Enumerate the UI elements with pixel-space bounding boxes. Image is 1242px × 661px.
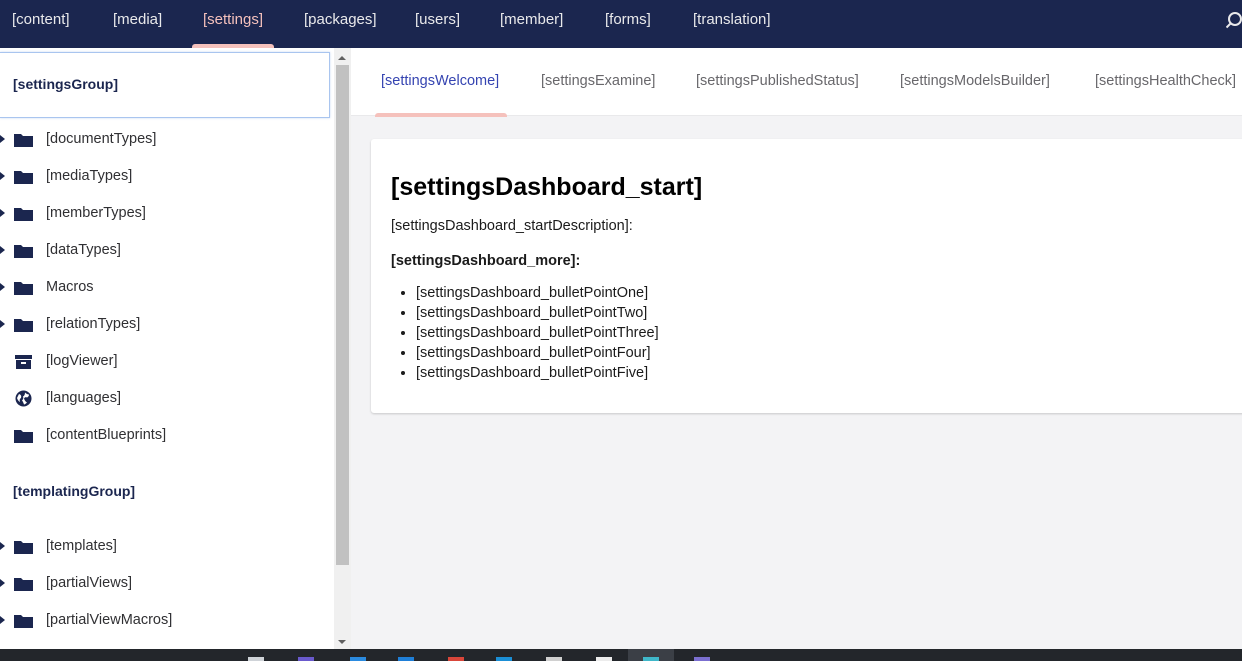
taskbar-app-icon[interactable] xyxy=(248,657,264,661)
tree-item-log-viewer[interactable]: [logViewer] xyxy=(0,344,334,381)
section-tree-sidebar: [settingsGroup] [documentTypes] [mediaTy… xyxy=(0,48,334,649)
dashboard-bullet-list: [settingsDashboard_bulletPointOne] [sett… xyxy=(416,283,659,383)
tab-settings-examine[interactable]: [settingsExamine] xyxy=(541,73,655,89)
expand-caret-icon[interactable] xyxy=(0,135,5,143)
globe-icon xyxy=(15,390,32,407)
tree-item-label: [mediaTypes] xyxy=(46,168,133,184)
folder-icon xyxy=(14,430,33,443)
folder-icon xyxy=(14,578,33,591)
expand-caret-icon[interactable] xyxy=(0,320,5,328)
scroll-down-arrow-icon[interactable] xyxy=(338,640,346,644)
scrollbar-thumb[interactable] xyxy=(336,65,349,565)
folder-icon xyxy=(14,171,33,184)
topnav-users[interactable]: [users] xyxy=(415,0,460,48)
tree-item-label: [relationTypes] xyxy=(46,316,141,332)
taskbar-app-icon[interactable] xyxy=(643,657,659,661)
folder-icon xyxy=(14,134,33,147)
expand-caret-icon[interactable] xyxy=(0,172,5,180)
expand-caret-icon[interactable] xyxy=(0,579,5,587)
tree-item-member-types[interactable]: [memberTypes] xyxy=(0,196,334,233)
dashboard-tabs: [settingsWelcome] [settingsExamine] [set… xyxy=(351,48,1242,117)
dashboard-title: [settingsDashboard_start] xyxy=(391,173,703,201)
folder-icon xyxy=(14,541,33,554)
folder-icon xyxy=(14,319,33,332)
folder-icon xyxy=(14,245,33,258)
tree-item-label: [partialViewMacros] xyxy=(46,612,173,628)
tree-item-data-types[interactable]: [dataTypes] xyxy=(0,233,334,270)
sidebar-scrollbar[interactable] xyxy=(334,48,351,649)
taskbar-app-icon[interactable] xyxy=(398,657,414,661)
os-taskbar xyxy=(0,649,1242,661)
taskbar-app-icon[interactable] xyxy=(298,657,314,661)
tree-item-label: [dataTypes] xyxy=(46,242,121,258)
tree-item-content-blueprints[interactable]: [contentBlueprints] xyxy=(0,418,334,455)
tree-item-media-types[interactable]: [mediaTypes] xyxy=(0,159,334,196)
tree-item-templates[interactable]: [templates] xyxy=(0,529,334,566)
active-tab-indicator xyxy=(375,113,507,117)
tree-item-label: [partialViews] xyxy=(46,575,132,591)
expand-caret-icon[interactable] xyxy=(0,542,5,550)
tab-settings-health-check[interactable]: [settingsHealthCheck] xyxy=(1095,73,1236,89)
tree-item-macros[interactable]: Macros xyxy=(0,270,334,307)
list-item: [settingsDashboard_bulletPointFour] xyxy=(416,343,659,363)
tree-item-label: [templates] xyxy=(46,538,117,554)
list-item: [settingsDashboard_bulletPointOne] xyxy=(416,283,659,303)
dashboard-more-heading: [settingsDashboard_more]: xyxy=(391,253,581,269)
list-item: [settingsDashboard_bulletPointFive] xyxy=(416,363,659,383)
tree-item-label: [memberTypes] xyxy=(46,205,146,221)
folder-icon xyxy=(14,615,33,628)
tree-item-languages[interactable]: [languages] xyxy=(0,381,334,418)
tab-settings-published-status[interactable]: [settingsPublishedStatus] xyxy=(696,73,859,89)
expand-caret-icon[interactable] xyxy=(0,283,5,291)
list-item: [settingsDashboard_bulletPointThree] xyxy=(416,323,659,343)
topnav-settings[interactable]: [settings] xyxy=(191,0,275,48)
search-icon[interactable] xyxy=(1226,11,1242,29)
topnav-packages[interactable]: [packages] xyxy=(304,0,377,48)
expand-caret-icon[interactable] xyxy=(0,246,5,254)
scroll-up-arrow-icon[interactable] xyxy=(338,56,346,60)
templating-group-title: [templatingGroup] xyxy=(13,483,136,499)
main-content-area: [settingsWelcome] [settingsExamine] [set… xyxy=(351,48,1242,649)
topnav-media[interactable]: [media] xyxy=(113,0,162,48)
tree-item-label: [logViewer] xyxy=(46,353,118,369)
topnav-member[interactable]: [member] xyxy=(500,0,563,48)
taskbar-app-icon[interactable] xyxy=(546,657,562,661)
expand-caret-icon[interactable] xyxy=(0,209,5,217)
tab-settings-welcome[interactable]: [settingsWelcome] xyxy=(381,73,499,89)
tab-settings-models-builder[interactable]: [settingsModelsBuilder] xyxy=(900,73,1050,89)
list-item: [settingsDashboard_bulletPointTwo] xyxy=(416,303,659,323)
expand-caret-icon[interactable] xyxy=(0,616,5,624)
archive-icon xyxy=(15,355,32,369)
tree-item-document-types[interactable]: [documentTypes] xyxy=(0,122,334,159)
settings-group-title: [settingsGroup] xyxy=(13,76,118,92)
topnav-translation[interactable]: [translation] xyxy=(693,0,771,48)
tree-item-label: [contentBlueprints] xyxy=(46,427,167,443)
top-navigation-bar: [content] [media] [settings] [packages] … xyxy=(0,0,1242,48)
folder-icon xyxy=(14,208,33,221)
dashboard-description: [settingsDashboard_startDescription]: xyxy=(391,218,633,234)
welcome-dashboard-card: [settingsDashboard_start] [settingsDashb… xyxy=(371,139,1242,413)
taskbar-app-icon[interactable] xyxy=(596,657,612,661)
taskbar-app-icon[interactable] xyxy=(350,657,366,661)
taskbar-app-icon[interactable] xyxy=(694,657,710,661)
tree-item-relation-types[interactable]: [relationTypes] xyxy=(0,307,334,344)
taskbar-app-icon[interactable] xyxy=(448,657,464,661)
topnav-content[interactable]: [content] xyxy=(12,0,70,48)
folder-icon xyxy=(14,282,33,295)
tree-item-partial-views[interactable]: [partialViews] xyxy=(0,566,334,603)
tree-item-partial-view-macros[interactable]: [partialViewMacros] xyxy=(0,603,334,640)
tree-item-label: [documentTypes] xyxy=(46,131,157,147)
topnav-forms[interactable]: [forms] xyxy=(605,0,651,48)
taskbar-app-icon[interactable] xyxy=(496,657,512,661)
tree-item-label: Macros xyxy=(46,279,94,295)
tree-item-label: [languages] xyxy=(46,390,121,406)
